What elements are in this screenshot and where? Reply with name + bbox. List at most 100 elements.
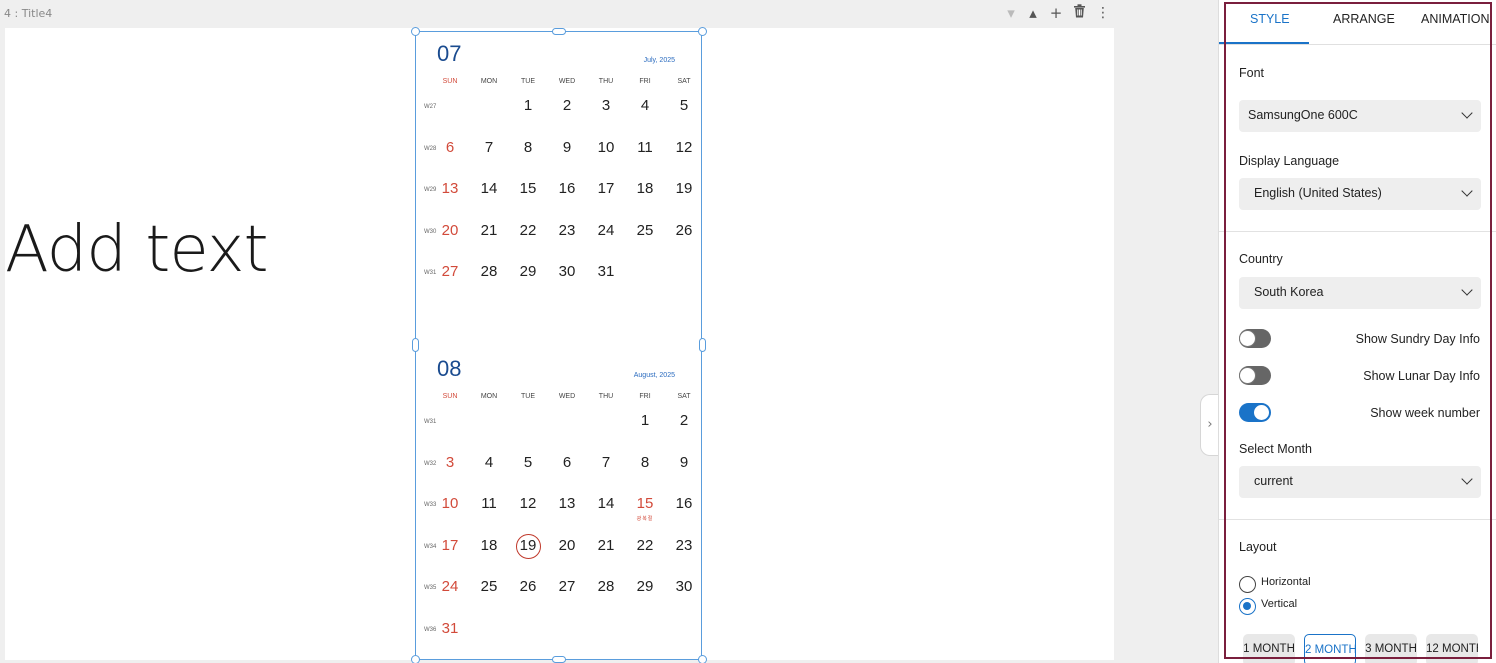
calendar-day[interactable]: 22 xyxy=(630,537,660,554)
calendar-day[interactable]: 26 xyxy=(669,222,699,239)
calendar-day[interactable]: 17 xyxy=(591,180,621,197)
calendar-day[interactable]: 13 xyxy=(435,180,465,197)
calendar-day[interactable]: 13 xyxy=(552,495,582,512)
day-number: 24 xyxy=(597,221,615,239)
tab-arrange[interactable]: ARRANGE xyxy=(1333,12,1395,26)
calendar-day[interactable]: 18 xyxy=(474,537,504,554)
calendar-day[interactable]: 29 xyxy=(630,578,660,595)
calendar-day[interactable]: 6 xyxy=(552,454,582,471)
slide-label: 4 : Title4 xyxy=(4,7,53,20)
tab-animation[interactable]: ANIMATION xyxy=(1421,12,1490,26)
calendar-day[interactable]: 8 xyxy=(630,454,660,471)
calendar-day[interactable]: 14 xyxy=(591,495,621,512)
calendar-day[interactable]: 25 xyxy=(474,578,504,595)
select-month-dropdown[interactable]: current xyxy=(1239,466,1481,498)
calendar-day[interactable]: 29 xyxy=(513,263,543,280)
calendar-day[interactable]: 6 xyxy=(435,139,465,156)
calendar-day[interactable]: 20 xyxy=(552,537,582,554)
calendar-day[interactable]: 3 xyxy=(591,97,621,114)
weekday-label: MON xyxy=(480,78,498,85)
calendar-day-today[interactable]: 19 xyxy=(513,533,543,559)
calendar-day[interactable]: 27 xyxy=(552,578,582,595)
calendar-day[interactable]: 16 xyxy=(552,180,582,197)
chevron-up-icon[interactable]: ▴ xyxy=(1024,4,1042,22)
calendar-day[interactable]: 15 xyxy=(513,180,543,197)
display-language-select[interactable]: English (United States) xyxy=(1239,178,1481,210)
calendar-day[interactable]: 19 xyxy=(669,180,699,197)
week-number: W31 xyxy=(424,419,437,425)
calendar-day[interactable]: 1 xyxy=(513,97,543,114)
resize-handle-bottom-right[interactable] xyxy=(698,655,707,663)
toggle-sundry-day-info[interactable] xyxy=(1239,329,1271,348)
calendar-day[interactable]: 12 xyxy=(513,495,543,512)
calendar-day[interactable]: 23 xyxy=(552,222,582,239)
layout-label: Layout xyxy=(1239,540,1277,554)
month-button-2[interactable]: 2 MONTH xyxy=(1304,634,1356,663)
calendar-day[interactable]: 1 xyxy=(630,412,660,429)
calendar-day[interactable]: 9 xyxy=(669,454,699,471)
calendar-day[interactable]: 28 xyxy=(474,263,504,280)
day-number: 22 xyxy=(636,536,654,554)
month-button-1[interactable]: 1 MONTH xyxy=(1243,634,1295,663)
calendar-day[interactable]: 11 xyxy=(474,495,504,512)
chevron-right-icon: › xyxy=(1207,417,1213,432)
resize-handle-bottom-left[interactable] xyxy=(411,655,420,663)
calendar-day[interactable]: 25 xyxy=(630,222,660,239)
calendar-day[interactable]: 4 xyxy=(474,454,504,471)
month-button-12[interactable]: 12 MONTH xyxy=(1426,634,1478,663)
calendar-day[interactable]: 8 xyxy=(513,139,543,156)
toggle-lunar-day-info[interactable] xyxy=(1239,366,1271,385)
day-number: 16 xyxy=(675,495,693,512)
tab-style[interactable]: STYLE xyxy=(1250,12,1290,26)
calendar-day[interactable]: 28 xyxy=(591,578,621,595)
calendar-day[interactable]: 16 xyxy=(669,495,699,512)
calendar-day[interactable]: 20 xyxy=(435,222,465,239)
radio-vertical[interactable] xyxy=(1239,598,1256,615)
calendar-day[interactable]: 21 xyxy=(591,537,621,554)
calendar-day[interactable]: 21 xyxy=(474,222,504,239)
calendar-day[interactable]: 23 xyxy=(669,537,699,554)
calendar-day[interactable]: 11 xyxy=(630,139,660,156)
calendar-day[interactable]: 31 xyxy=(435,620,465,637)
radio-horizontal[interactable] xyxy=(1239,576,1256,593)
calendar-day[interactable]: 24 xyxy=(591,222,621,239)
day-number: 7 xyxy=(601,453,611,471)
calendar-day[interactable]: 15 xyxy=(630,495,660,512)
add-text-placeholder[interactable]: Add text xyxy=(5,213,269,287)
calendar-day[interactable]: 24 xyxy=(435,578,465,595)
calendar-day[interactable]: 2 xyxy=(552,97,582,114)
day-number: 20 xyxy=(558,536,576,554)
calendar-day[interactable]: 4 xyxy=(630,97,660,114)
calendar-day[interactable]: 22 xyxy=(513,222,543,239)
calendar-day[interactable]: 26 xyxy=(513,578,543,595)
calendar-day[interactable]: 5 xyxy=(669,97,699,114)
plus-icon[interactable]: + xyxy=(1047,4,1065,22)
toggle-week-number[interactable] xyxy=(1239,403,1271,422)
chevron-down-icon[interactable]: ▾ xyxy=(1002,4,1020,22)
month-button-3[interactable]: 3 MONTH xyxy=(1365,634,1417,663)
calendar-day[interactable]: 27 xyxy=(435,263,465,280)
trash-icon[interactable] xyxy=(1070,4,1088,22)
calendar-day[interactable]: 14 xyxy=(474,180,504,197)
resize-handle-bottom[interactable] xyxy=(552,656,566,663)
calendar-day[interactable]: 30 xyxy=(669,578,699,595)
calendar-day[interactable]: 7 xyxy=(474,139,504,156)
calendar-day[interactable]: 18 xyxy=(630,180,660,197)
sundry-day-info-label: Show Sundry Day Info xyxy=(1355,332,1480,346)
calendar-day[interactable]: 2 xyxy=(669,412,699,429)
calendar-day[interactable]: 12 xyxy=(669,139,699,156)
calendar-day[interactable]: 10 xyxy=(591,139,621,156)
font-select[interactable]: SamsungOne 600C xyxy=(1239,100,1481,132)
more-icon[interactable]: ⋮ xyxy=(1094,4,1112,22)
day-number: 31 xyxy=(441,619,459,637)
calendar-day[interactable]: 31 xyxy=(591,263,621,280)
calendar-day[interactable]: 5 xyxy=(513,454,543,471)
calendar-day[interactable]: 9 xyxy=(552,139,582,156)
calendar-day[interactable]: 17 xyxy=(435,537,465,554)
collapse-panel-button[interactable]: › xyxy=(1200,394,1219,456)
calendar-day[interactable]: 30 xyxy=(552,263,582,280)
country-select[interactable]: South Korea xyxy=(1239,277,1481,309)
calendar-day[interactable]: 3 xyxy=(435,454,465,471)
calendar-day[interactable]: 7 xyxy=(591,454,621,471)
calendar-day[interactable]: 10 xyxy=(435,495,465,512)
